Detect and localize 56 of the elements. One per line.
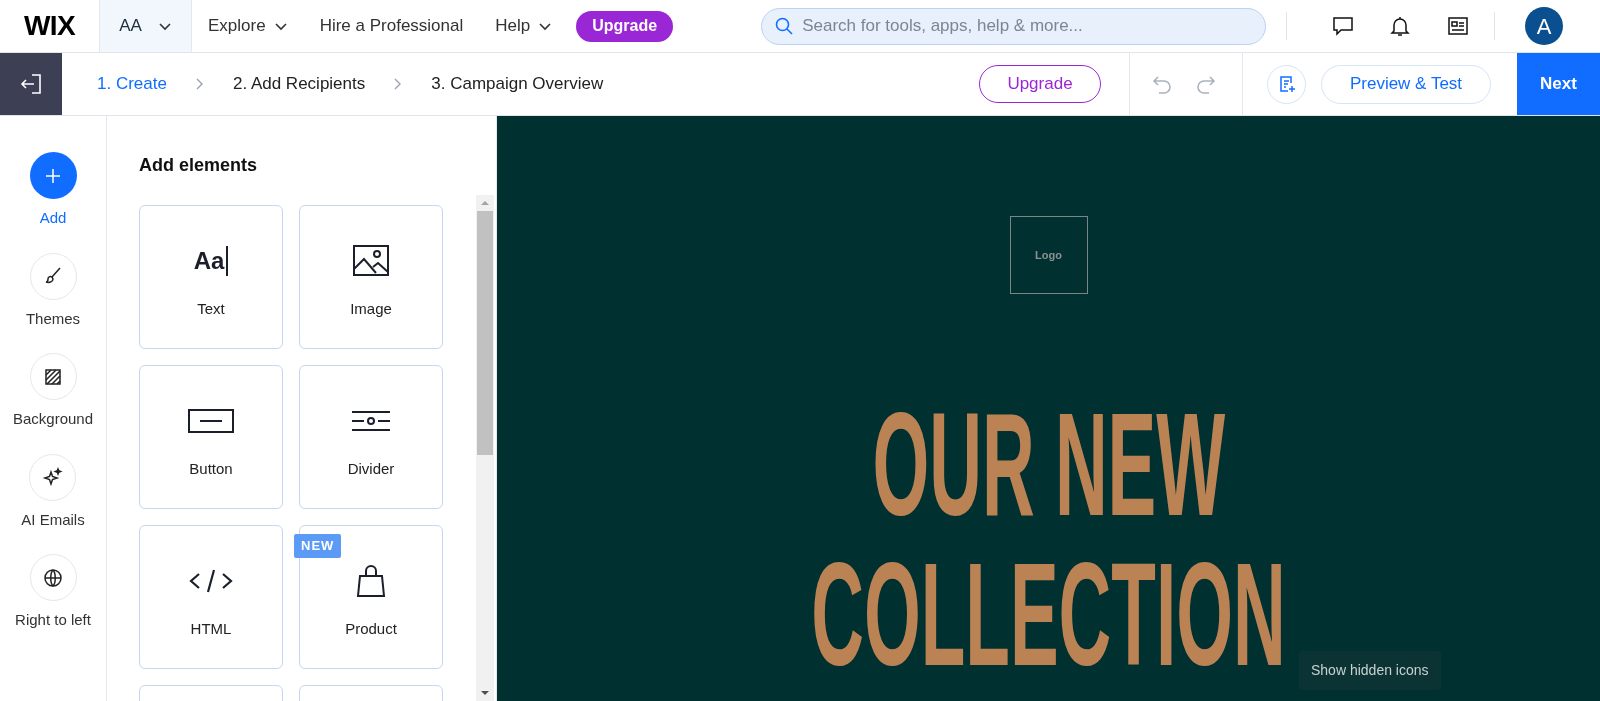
tool-label[interactable]: AI Emails (21, 508, 85, 531)
tool-label[interactable]: Right to left (15, 609, 91, 632)
button-element-card[interactable]: Button (139, 365, 283, 509)
divider-element-card[interactable]: Divider (299, 365, 443, 509)
element-label: Divider (347, 459, 395, 479)
site-menu[interactable]: AA (100, 0, 192, 52)
next-button[interactable]: Next (1517, 53, 1600, 115)
step-tab[interactable]: 2. Add Recipients (232, 71, 366, 97)
scroll-down-icon[interactable] (480, 689, 490, 697)
element-label: HTML (190, 619, 232, 639)
caret-icon (273, 21, 288, 31)
image-icon (353, 245, 389, 277)
element-label: Button (189, 459, 233, 479)
logo-placeholder[interactable]: Logo (1009, 216, 1088, 294)
search-icon (774, 16, 795, 36)
chat-icon[interactable] (1331, 14, 1356, 38)
divider-icon (351, 410, 391, 432)
bell-icon[interactable] (1388, 14, 1413, 38)
caret-icon (538, 21, 553, 31)
tooltip: Show hidden icons (1299, 651, 1441, 690)
tool-label[interactable]: Background (12, 408, 94, 431)
exit-button[interactable] (0, 53, 62, 115)
add-tool-button[interactable] (29, 152, 77, 199)
rtl-tool-button[interactable] (29, 554, 77, 601)
element-label: Text (197, 299, 225, 319)
nav-menu-item[interactable]: Hire a Professional (303, 0, 480, 52)
step-tab[interactable]: 3. Campaign Overview (431, 71, 604, 97)
scrollbar[interactable] (476, 195, 494, 701)
html-element-card[interactable]: HTML (139, 525, 283, 669)
shopping-bag-icon (356, 564, 386, 598)
wix-logo[interactable]: WIX (24, 5, 75, 47)
tool-label[interactable]: Themes (25, 307, 81, 330)
nav-menu-item[interactable]: Explore (192, 0, 304, 52)
search-field[interactable]: Search for tools, apps, help & more... (761, 7, 1267, 45)
text-element-card[interactable]: Aa Text (139, 205, 283, 349)
caret-icon (157, 21, 172, 31)
panel-title: Add elements (139, 154, 259, 177)
code-icon (189, 568, 233, 594)
image-element-card[interactable]: Image (299, 205, 443, 349)
new-badge: NEW (294, 534, 342, 558)
headline-text[interactable]: OUR NEW (872, 390, 1225, 540)
tool-label[interactable]: Add (39, 207, 67, 230)
chevron-icon (194, 77, 205, 91)
upgrade-button[interactable]: Upgrade (576, 10, 674, 42)
background-tool-button[interactable] (29, 353, 77, 400)
exit-icon (18, 71, 44, 97)
avatar[interactable]: A (1525, 7, 1564, 45)
element-label: Image (350, 299, 392, 319)
nav-menu-item[interactable]: Help (479, 0, 569, 52)
headline-text[interactable]: COLLECTION (811, 540, 1286, 690)
newspaper-icon[interactable] (1446, 14, 1471, 38)
text-glyph: Aa (193, 246, 229, 276)
element-label: Product (345, 619, 397, 639)
search-input[interactable]: Search for tools, apps, help & more... (802, 13, 1254, 39)
button-icon (188, 409, 234, 433)
step-tab[interactable]: 1. Create (97, 71, 167, 97)
